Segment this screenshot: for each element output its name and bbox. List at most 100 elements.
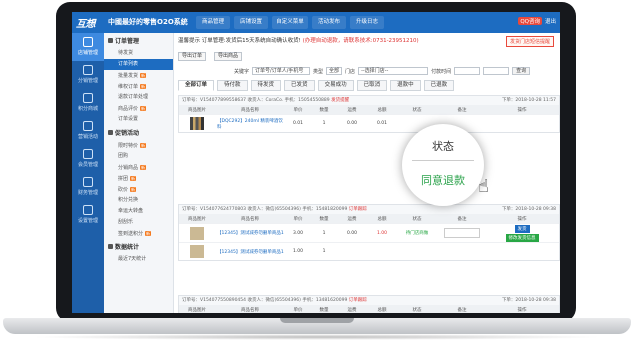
tab-to-ship[interactable]: 待发货 [250, 80, 282, 91]
nav-tab-activity[interactable]: 活动发布 [312, 16, 346, 29]
remind-button[interactable]: 发货门店短信提醒 [505, 36, 554, 47]
main-content: 温馨提示 订单管理:发货后15天系统自动确认收货! (办理自动退款，请联系技术:… [174, 33, 560, 313]
tab-all[interactable]: 全部订单 [178, 80, 215, 91]
tab-unpaid[interactable]: 待付款 [217, 80, 248, 91]
submenu-item[interactable]: 幸运大转盘 [104, 206, 173, 217]
time-end-input[interactable] [483, 67, 510, 75]
submenu-item[interactable]: 积分兑换 [104, 195, 173, 206]
nav-tab-menu[interactable]: 自定义菜单 [272, 16, 308, 29]
system-title: 中國最好的零售O2O系統 [108, 18, 188, 26]
laptop-shadow [30, 334, 604, 340]
submenu-section-stats: 数据统计 [104, 239, 173, 254]
submenu-item[interactable]: 最近7天统计 [104, 254, 173, 265]
submenu-item[interactable]: 批量发货新 [104, 70, 173, 81]
order-tabs: 全部订单 待付款 待发货 已发货 交易成功 已取消 退款中 已退款 [178, 80, 455, 91]
leftnav-item-members[interactable]: 会员管理 [72, 145, 104, 173]
edit-shipping-button[interactable]: 修改发货信息 [505, 234, 539, 242]
submenu-item-order-list[interactable]: 订单列表 [104, 59, 173, 70]
submenu-item[interactable]: 刮刮乐 [104, 217, 173, 228]
qq-consult-button[interactable]: QQ咨询 [518, 17, 542, 25]
submenu-item[interactable]: 退款订单处理 [104, 92, 173, 103]
tag-icon [108, 130, 113, 135]
leftnav-item-distribution[interactable]: 分销管理 [72, 61, 104, 89]
popup-status-title: 状态 [432, 140, 454, 153]
product-name[interactable]: 【12345】测试减券勿删单商品1 [215, 249, 285, 255]
notice-bar: 温馨提示 订单管理:发货后15天系统自动确认收货! (办理自动退款，请联系技术:… [178, 36, 419, 44]
shop-icon [83, 93, 93, 103]
product-image[interactable] [190, 245, 204, 258]
order-card: 订单号：V154077550890454 收货人：微信(65504396) 手机… [178, 295, 560, 313]
order-header: 订单号：V154077624770803 收货人：微信(65504396) 手机… [179, 205, 559, 214]
submenu-item[interactable]: 砍价新 [104, 184, 173, 195]
nav-tab-store[interactable]: 店铺设置 [234, 16, 268, 29]
store-label: 门店 [345, 68, 356, 75]
flag-link[interactable]: 发货提醒 [331, 98, 349, 103]
leftnav-item-points[interactable]: 积分商城 [72, 89, 104, 117]
type-select[interactable]: 全部 [326, 67, 343, 75]
product-name[interactable]: 【12345】测试减券勿删单商品1 [215, 230, 285, 236]
money-icon [83, 177, 93, 187]
top-bar: 互想 中國最好的零售O2O系統 商品管理 店铺设置 自定义菜单 活动发布 升级日… [72, 12, 560, 33]
notice-text: 订单管理:发货后15天系统自动确认收货! [201, 38, 301, 44]
agree-refund-button[interactable]: 同意退款 [402, 172, 484, 188]
ship-button[interactable]: 发货 [514, 225, 530, 233]
filter-bar: 关键字 订单号/订单人/手机号 类型 全部 门店 --选择门店-- 付款时间 查… [234, 67, 531, 75]
export-goods-button[interactable]: 导出商品 [214, 52, 243, 61]
gift-icon [83, 121, 93, 131]
note-input[interactable] [444, 228, 480, 238]
status-zoom-callout: 状态 同意退款 [402, 124, 484, 206]
notice-red-text: (办理自动退款，请联系技术:0731-23951210) [302, 38, 419, 44]
table-row: 【12345】测试减券勿删单商品1 1.00 1 [179, 242, 559, 260]
submenu-item[interactable]: 维权订单新 [104, 81, 173, 92]
leftnav-item-settings[interactable]: 设置管理 [72, 201, 104, 229]
time-label: 付款时间 [431, 68, 452, 75]
submenu-item[interactable]: 拼团新 [104, 173, 173, 184]
screen: 互想 中國最好的零售O2O系統 商品管理 店铺设置 自定义菜单 活动发布 升级日… [72, 12, 560, 313]
track-link[interactable]: 订单跟踪 [349, 298, 367, 303]
leftnav-item-finance[interactable]: 财务管理 [72, 173, 104, 201]
column-header: 商品图片 商品名称 单价 数量 运费 总额 状态 备注 操作 [179, 305, 559, 313]
gear-icon [83, 205, 93, 215]
submenu-item[interactable]: 限时特价新 [104, 140, 173, 151]
sub-menu: 订单管理 待发货 订单列表 批量发货新 维权订单新 退款订单处理 商品评价新 订… [104, 33, 174, 313]
user-area: QQ咨询 退出 [518, 17, 556, 25]
chart-icon [108, 244, 113, 249]
search-button[interactable]: 查询 [512, 67, 531, 75]
store-select[interactable]: --选择门店-- [358, 67, 429, 75]
column-header: 商品图片 商品名称 单价 数量 运费 总额 状态 备注 操作 [179, 105, 559, 114]
tab-refunded[interactable]: 已退款 [423, 80, 455, 91]
product-name[interactable]: 【DQC292】240ml 精装啤酒饮料 [215, 118, 285, 130]
submenu-item[interactable]: 订单设置 [104, 114, 173, 125]
export-orders-button[interactable]: 导出订单 [178, 52, 207, 61]
submenu-item[interactable]: 分销商品新 [104, 162, 173, 173]
tab-success[interactable]: 交易成功 [317, 80, 354, 91]
track-link[interactable]: 订单跟踪 [349, 207, 367, 212]
submenu-item[interactable]: 商品评价新 [104, 103, 173, 114]
keyword-input[interactable]: 订单号/订单人/手机号 [252, 67, 311, 75]
submenu-item[interactable]: 团购 [104, 151, 173, 162]
logout-link[interactable]: 退出 [545, 17, 556, 25]
product-image[interactable] [190, 226, 204, 240]
submenu-section-promo: 促销活动 [104, 125, 173, 140]
nav-tab-goods[interactable]: 商品管理 [196, 16, 230, 29]
column-header: 商品图片 商品名称 单价 数量 运费 总额 状态 备注 操作 [179, 214, 559, 223]
submenu-item[interactable]: 待发货 [104, 48, 173, 59]
tab-shipped[interactable]: 已发货 [284, 80, 315, 91]
status-text: 待门店商做 [405, 231, 429, 236]
table-row: 【DQC292】240ml 精装啤酒饮料 0.01 1 0.00 0.01 [179, 114, 559, 132]
time-start-input[interactable] [454, 67, 481, 75]
tab-refunding[interactable]: 退款中 [390, 80, 421, 91]
left-nav: 店铺管理 分销管理 积分商城 营销活动 会员管理 财务管理 设置管理 [72, 33, 104, 313]
tab-cancelled[interactable]: 已取消 [356, 80, 388, 91]
leftnav-item-store[interactable]: 店铺管理 [72, 33, 104, 61]
list-icon [108, 38, 113, 43]
notice-label: 温馨提示 [178, 38, 201, 44]
store-icon [83, 37, 93, 47]
product-image[interactable] [190, 117, 204, 130]
submenu-item[interactable]: 签到送积分新 [104, 228, 173, 239]
logo: 互想 [76, 19, 96, 30]
leftnav-item-marketing[interactable]: 营销活动 [72, 117, 104, 145]
submenu-section-orders: 订单管理 [104, 33, 173, 48]
nav-tab-log[interactable]: 升级日志 [350, 16, 384, 29]
type-label: 类型 [313, 68, 324, 75]
